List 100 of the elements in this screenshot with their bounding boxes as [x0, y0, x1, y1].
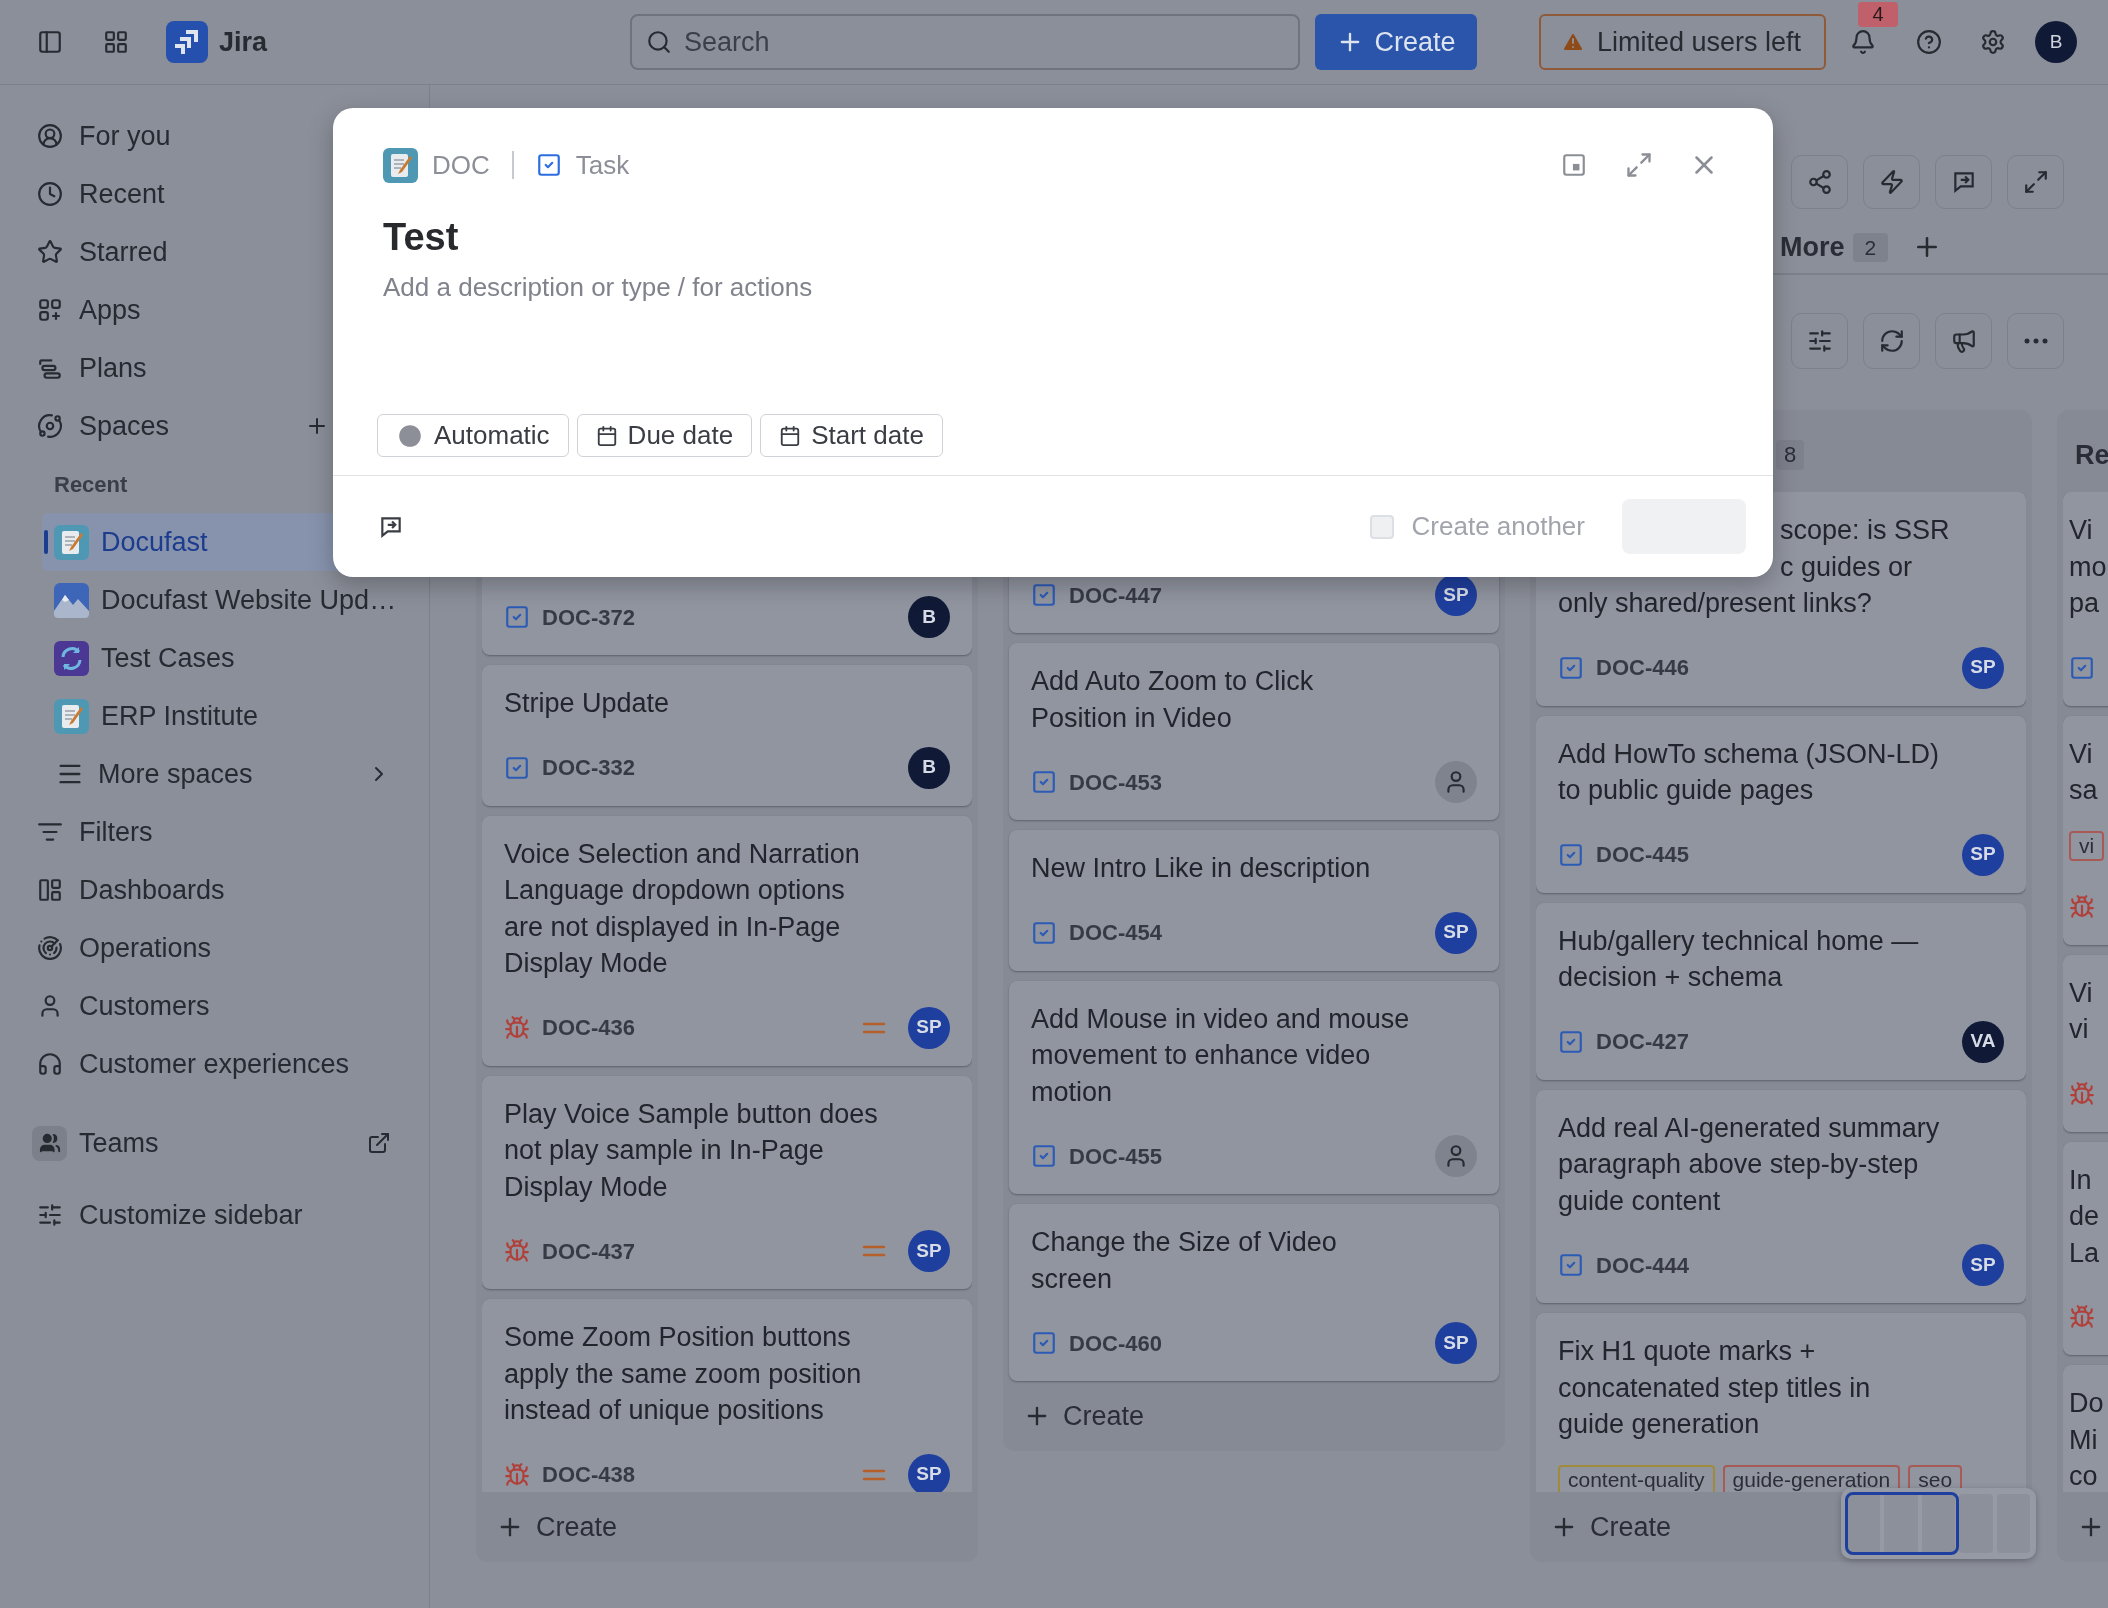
card-title: scope: is SSR — [1780, 514, 1950, 547]
assignee-avatar[interactable]: SP — [1962, 646, 2004, 689]
issue-key[interactable]: DOC-437 — [542, 1234, 635, 1268]
sidebar-item[interactable]: Customer experiences — [16, 1035, 413, 1093]
card-title: Hub/gallery technical home — decision + schema — [1558, 924, 1920, 994]
sidebar-item[interactable]: More spaces — [42, 745, 413, 803]
assignee-avatar[interactable]: SP — [1435, 1322, 1477, 1364]
card-title: Add HowTo schema (JSON-LD) to public guide pages — [1558, 737, 1941, 807]
assignee-avatar[interactable]: SP — [908, 1006, 950, 1049]
create-issue-button[interactable]: Create — [1536, 1502, 1686, 1552]
issue-key[interactable]: DOC-447 — [1069, 578, 1162, 612]
issue-key[interactable]: DOC-332 — [542, 751, 635, 784]
sidebar-item[interactable]: Operations — [16, 919, 413, 977]
create-issue-button[interactable]: Create — [482, 1502, 632, 1552]
card-title: c guides or — [1780, 550, 1913, 584]
assignee-avatar[interactable]: B — [908, 596, 950, 638]
space-item[interactable]: Test Cases — [42, 629, 413, 687]
card-title: Add real AI-generated summary paragraph above step-by-step guide content — [1558, 1111, 1941, 1218]
assignee-avatar[interactable]: VA — [1962, 1020, 2004, 1063]
tag: content-quality — [1558, 1464, 1715, 1492]
issue-count: 8 — [1776, 440, 1805, 470]
card-title: Play Voice Sample button does not play sample in In-Page Display Mode — [504, 1097, 879, 1204]
card-title: La — [2069, 1236, 2100, 1270]
card-title: New Intro Like in description — [1031, 852, 1372, 885]
issue-card[interactable]: Play Voice Sample button does not play sample in In-Page Display Mode DOC-437 SP — [482, 1075, 972, 1289]
issue-card[interactable]: Change the Size of Video screen DOC-460 SP — [1009, 1204, 1499, 1381]
card-title: In — [2069, 1163, 2092, 1197]
user-avatar[interactable]: B — [2035, 21, 2077, 63]
issue-key[interactable]: DOC-453 — [1069, 765, 1162, 799]
card-title: Mi — [2069, 1423, 2098, 1457]
assignee-avatar[interactable]: SP — [908, 1230, 950, 1272]
sidebar-item[interactable]: Customize sidebar — [16, 1186, 413, 1244]
card-title: co — [2069, 1460, 2098, 1492]
assignee-chip[interactable]: Automatic — [377, 414, 569, 457]
start-date-chip[interactable]: Start date — [760, 414, 943, 457]
issue-key[interactable]: DOC-454 — [1069, 916, 1162, 949]
tab-count: 2 — [1852, 232, 1889, 262]
sidebar-item[interactable]: Teams — [16, 1114, 413, 1172]
card-title: Add Mouse in video and mouse movement to enhance video motion — [1031, 1002, 1411, 1109]
issue-card[interactable]: Some Zoom Position buttons apply the same zoom position instead of unique positions DOC-438 SP — [482, 1299, 972, 1492]
issue-key[interactable]: DOC-445 — [1596, 838, 1689, 871]
create-button[interactable]: Create — [1315, 14, 1477, 70]
column-title: Re — [2075, 438, 2108, 472]
card-title: de — [2069, 1200, 2100, 1233]
issue-card[interactable]: Add Mouse in video and mouse movement to enhance video motion DOC-455 — [1009, 980, 1499, 1194]
sidebar-item[interactable]: Dashboards — [16, 861, 413, 919]
issue-key[interactable]: DOC-460 — [1069, 1326, 1162, 1360]
create-issue-button[interactable]: Create — [1009, 1391, 1159, 1441]
section-heading: Recent — [54, 470, 128, 499]
issue-card[interactable]: Fix H1 quote marks + concatenated step titles in guide generation content-quality guide-generation seo — [1536, 1313, 2026, 1492]
product-name[interactable]: Jira — [219, 21, 268, 63]
issue-card[interactable]: Stripe Update DOC-332 B — [482, 665, 972, 806]
issue-key[interactable]: DOC-372 — [542, 600, 635, 634]
issue-card[interactable]: New Intro Like in description DOC-454 SP — [1009, 830, 1499, 971]
assignee-avatar[interactable]: SP — [1962, 1244, 2004, 1286]
sidebar-item[interactable]: Customers — [16, 977, 413, 1035]
space-item[interactable]: ERP Institute — [42, 687, 413, 745]
issue-key[interactable]: DOC-427 — [1596, 1025, 1689, 1058]
assignee-avatar[interactable]: B — [908, 746, 950, 789]
issue-key[interactable]: DOC-446 — [1596, 651, 1689, 684]
issue-card[interactable]: Add real AI-generated summary paragraph above step-by-step guide content DOC-444 SP — [1536, 1089, 2026, 1303]
issue-card[interactable]: Voice Selection and Narration Language dropdown options are not displayed in In-Page Display Mode DOC-436 SP — [482, 815, 972, 1066]
assignee-avatar[interactable]: SP — [1435, 574, 1477, 616]
card-title: Some Zoom Position buttons apply the same zoom position instead of unique positions — [504, 1321, 863, 1427]
card-title: sa — [2069, 774, 2098, 807]
card-title: only shared/present links? — [1558, 587, 1872, 620]
card-title: Do — [2069, 1387, 2104, 1420]
card-title: Vi — [2069, 737, 2093, 771]
description-placeholder[interactable]: Add a description or type / for actions — [383, 267, 813, 307]
card-title: Stripe Update — [504, 687, 671, 720]
issue-card[interactable]: Add HowTo schema (JSON-LD) to public guide pages DOC-445 SP — [1536, 715, 2026, 893]
card-title: Vi — [2069, 976, 2093, 1010]
space-item[interactable]: Docufast Website Upd… — [42, 571, 413, 629]
issue-card[interactable]: Vi vi — [2063, 954, 2108, 1132]
issue-key[interactable]: DOC-444 — [1596, 1248, 1689, 1282]
card-title: Add Auto Zoom to Click Position in Video — [1031, 665, 1315, 735]
issue-card[interactable]: In de La — [2063, 1141, 2108, 1355]
issue-key[interactable]: DOC-436 — [542, 1011, 635, 1044]
card-title: vi — [2069, 1013, 2089, 1046]
assignee-avatar[interactable]: SP — [1962, 833, 2004, 876]
issue-card[interactable]: Add Auto Zoom to Click Position in Video DOC-453 — [1009, 643, 1499, 820]
issue-card[interactable]: Hub/gallery technical home — decision + schema DOC-427 VA — [1536, 902, 2026, 1080]
issue-key[interactable]: DOC-455 — [1069, 1139, 1162, 1173]
card-title: mo — [2069, 550, 2107, 584]
due-date-chip[interactable]: Due date — [576, 414, 753, 457]
assignee-avatar[interactable]: SP — [908, 1453, 950, 1492]
card-title: Vi — [2069, 514, 2093, 547]
issue-key[interactable]: DOC-438 — [542, 1458, 635, 1491]
card-title: Fix H1 quote marks + concatenated step titles in guide generation — [1558, 1335, 1872, 1441]
more-tab[interactable]: More 2 — [1780, 226, 1889, 268]
assignee-avatar[interactable]: SP — [1435, 911, 1477, 954]
limited-users-button[interactable]: Limited users left — [1539, 14, 1826, 70]
search-field[interactable]: Search — [630, 14, 1300, 70]
issue-card[interactable]: Vi mo pa — [2063, 492, 2108, 706]
issue-type-button[interactable]: Task — [535, 145, 630, 185]
sidebar-item[interactable]: Plans — [16, 339, 413, 397]
card-title: Voice Selection and Narration Language dropdown options are not displayed in In-Page Display Mode — [504, 837, 861, 980]
issue-card[interactable]: Vi sa vi — [2063, 715, 2108, 945]
issue-card[interactable]: Do Mi co — [2063, 1365, 2108, 1492]
sidebar-item[interactable]: Filters — [16, 803, 413, 861]
